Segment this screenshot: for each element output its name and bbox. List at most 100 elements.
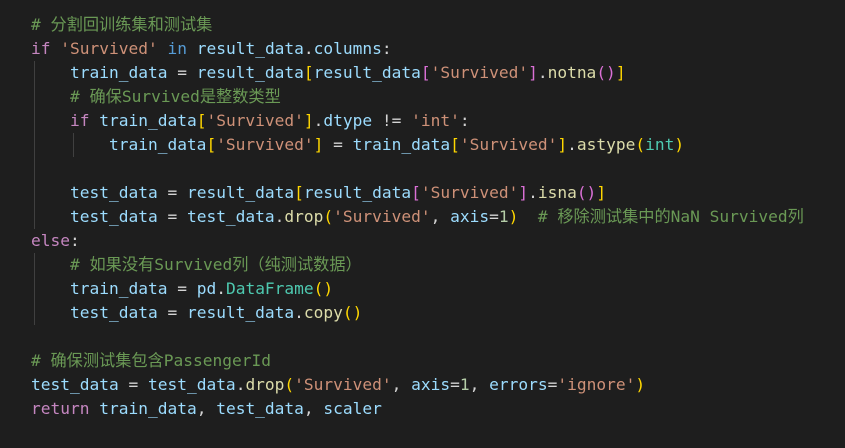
code-token: = bbox=[450, 375, 460, 394]
code-token: test_data bbox=[31, 375, 119, 394]
code-line[interactable]: return train_data, test_data, scaler bbox=[31, 397, 382, 421]
code-token: # 确保Survived是整数类型 bbox=[69, 87, 281, 106]
code-token: [ bbox=[411, 183, 421, 202]
code-token: [ bbox=[196, 111, 207, 130]
code-token: scaler bbox=[323, 399, 382, 418]
code-token: astype bbox=[576, 135, 636, 154]
code-token: () bbox=[313, 279, 334, 298]
code-token: . bbox=[216, 279, 226, 298]
code-line[interactable]: if 'Survived' in result_data.columns: bbox=[31, 37, 392, 61]
code-line[interactable]: # 确保Survived是整数类型 bbox=[31, 85, 281, 109]
code-token: ] bbox=[518, 183, 529, 202]
code-token: copy bbox=[303, 303, 343, 322]
code-token: test_data bbox=[186, 207, 275, 226]
code-token: result_data bbox=[186, 183, 295, 202]
code-token: in bbox=[167, 39, 187, 58]
code-line[interactable]: train_data = pd.DataFrame() bbox=[31, 277, 333, 301]
code-token: != bbox=[372, 111, 412, 130]
code-token: ( bbox=[635, 135, 646, 154]
code-token: # 移除测试集中的NaN Survived列 bbox=[537, 207, 804, 226]
code-editor[interactable]: # 分割回训练集和测试集 if 'Survived' in result_data… bbox=[0, 0, 845, 448]
code-token: 1 bbox=[459, 375, 470, 394]
code-token: . bbox=[235, 375, 246, 394]
code-line[interactable]: train_data['Survived'] = train_data['Sur… bbox=[31, 133, 684, 157]
code-line[interactable]: test_data = test_data.drop('Survived', a… bbox=[31, 205, 804, 229]
code-token: result_data bbox=[313, 63, 421, 82]
code-token: axis bbox=[450, 207, 490, 226]
code-token: train_data bbox=[69, 279, 168, 298]
code-token: test_data bbox=[147, 375, 236, 394]
code-token: 'Survived' bbox=[294, 375, 392, 394]
code-token: # 如果没有Survived列（纯测试数据） bbox=[69, 255, 362, 274]
code-token: ) bbox=[508, 207, 519, 226]
code-line[interactable]: # 分割回训练集和测试集 bbox=[31, 13, 212, 37]
code-token: ( bbox=[323, 207, 334, 226]
code-token: test_data bbox=[69, 183, 158, 202]
code-token: test_data bbox=[69, 207, 158, 226]
code-token: result_data bbox=[186, 303, 295, 322]
code-token: pd bbox=[196, 279, 217, 298]
code-token: train_data bbox=[99, 111, 197, 130]
code-line[interactable]: if train_data['Survived'].dtype != 'int'… bbox=[31, 109, 470, 133]
code-token: result_data bbox=[303, 183, 412, 202]
code-token: ) bbox=[635, 375, 646, 394]
code-token: . bbox=[294, 303, 304, 322]
code-token: [ bbox=[294, 183, 304, 202]
code-token: if bbox=[31, 39, 51, 58]
code-token: 'Survived' bbox=[206, 111, 304, 130]
code-line[interactable]: # 如果没有Survived列（纯测试数据） bbox=[31, 253, 362, 277]
code-token: [ bbox=[420, 63, 431, 82]
code-token: , bbox=[196, 399, 217, 418]
code-token: . bbox=[313, 111, 324, 130]
code-token: . bbox=[528, 183, 538, 202]
code-token: return bbox=[31, 399, 90, 418]
code-token: 'Survived' bbox=[459, 135, 558, 154]
code-token: 1 bbox=[498, 207, 509, 226]
code-token: # 确保测试集包含PassengerId bbox=[31, 351, 272, 370]
code-token: . bbox=[274, 207, 285, 226]
code-token: DataFrame bbox=[225, 279, 314, 298]
code-token: ] bbox=[303, 111, 314, 130]
code-token: = bbox=[167, 279, 197, 298]
code-token: ) bbox=[674, 135, 685, 154]
code-line[interactable]: test_data = test_data.drop('Survived', a… bbox=[31, 373, 645, 397]
code-token: columns bbox=[313, 39, 382, 58]
code-line[interactable]: train_data = result_data[result_data['Su… bbox=[31, 61, 626, 85]
code-token: [ bbox=[206, 135, 217, 154]
code-line[interactable]: # 确保测试集包含PassengerId bbox=[31, 349, 271, 373]
code-token: 'Survived' bbox=[333, 207, 431, 226]
code-token: train_data bbox=[99, 399, 197, 418]
code-token: . bbox=[537, 63, 548, 82]
code-line[interactable]: else: bbox=[31, 229, 80, 253]
code-token: ] bbox=[557, 135, 568, 154]
code-line[interactable]: test_data = result_data.copy() bbox=[31, 301, 362, 325]
code-token: dtype bbox=[323, 111, 373, 130]
code-token: test_data bbox=[216, 399, 304, 418]
code-line[interactable]: test_data = result_data[result_data['Sur… bbox=[31, 181, 606, 205]
code-token: , bbox=[430, 207, 451, 226]
code-token: () bbox=[342, 303, 363, 322]
code-token: = bbox=[157, 303, 187, 322]
code-token: : bbox=[69, 231, 80, 250]
code-token: result_data bbox=[196, 39, 304, 58]
code-token: 'Survived' bbox=[430, 63, 529, 82]
code-token: ( bbox=[284, 375, 295, 394]
code-token: errors bbox=[489, 375, 548, 394]
code-token: : bbox=[459, 111, 470, 130]
code-token: 'ignore' bbox=[557, 375, 636, 394]
code-token: . bbox=[567, 135, 577, 154]
code-token: () bbox=[596, 63, 616, 82]
code-token: else bbox=[31, 231, 70, 250]
code-token: = bbox=[489, 207, 499, 226]
code-token: , bbox=[469, 375, 490, 394]
code-token: 'Survived' bbox=[60, 39, 158, 58]
